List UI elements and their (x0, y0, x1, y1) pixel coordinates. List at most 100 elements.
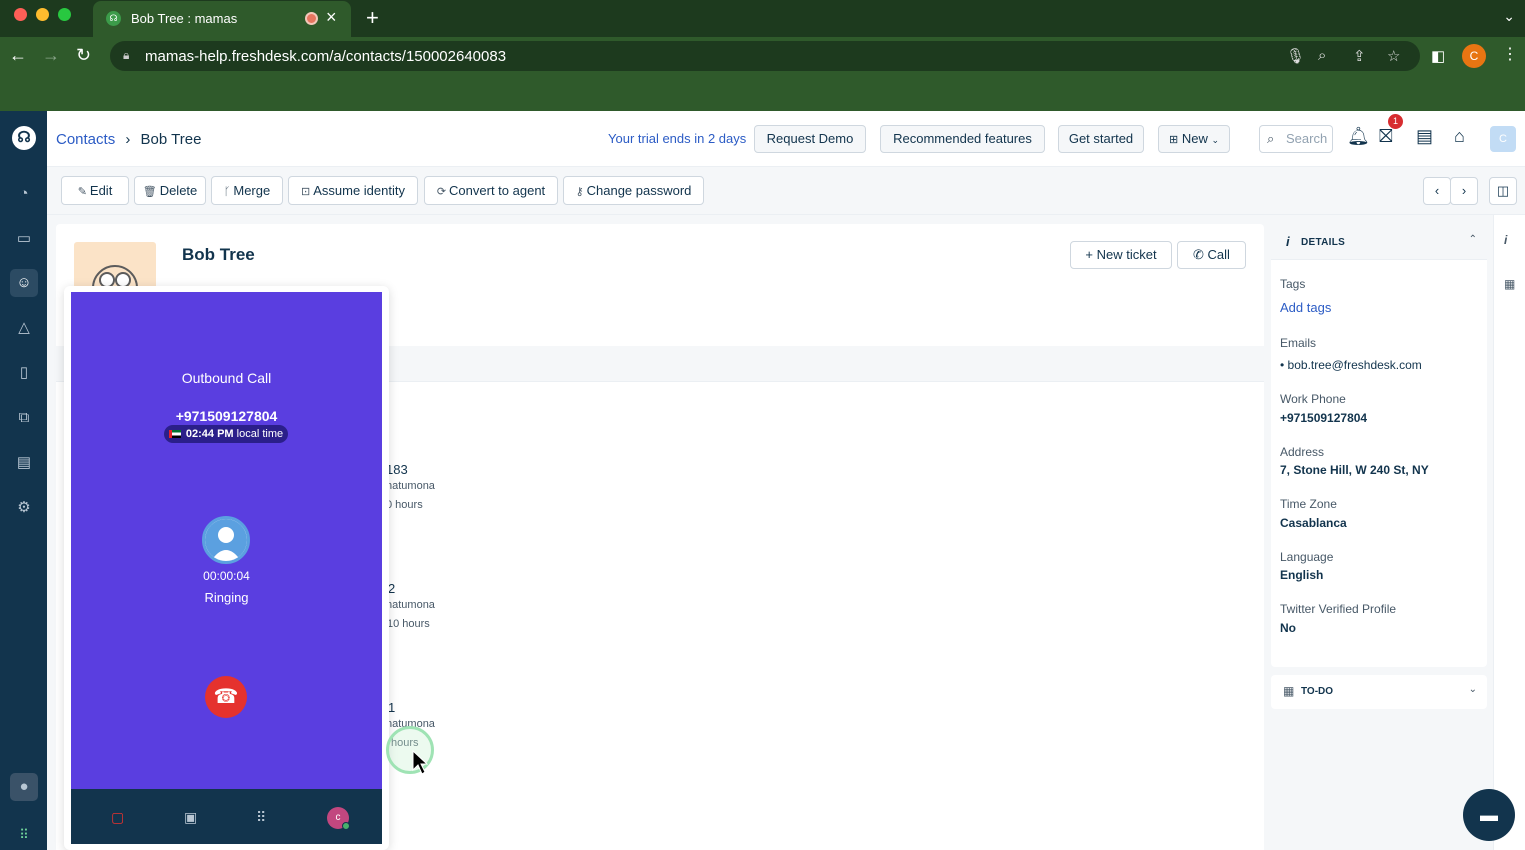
back-arrow-icon[interactable]: ← (9, 45, 27, 66)
notifications-bell-icon[interactable]: 🔔︎ (1347, 126, 1370, 147)
call-type: Outbound Call (181, 370, 272, 386)
activity-time: 0 hours (386, 499, 423, 511)
recording-banner (0, 75, 1525, 111)
agent-initial: c (335, 812, 341, 823)
dashboard-icon[interactable]: ◔ (10, 180, 38, 208)
previous-contact-button[interactable]: ‹ (1423, 177, 1451, 205)
get-started-button[interactable]: Get started (1058, 125, 1144, 153)
gift-icon[interactable]: ⛝ (1379, 126, 1393, 147)
apps-grid-icon[interactable]: ⠿ (10, 821, 38, 849)
maximize-window-button[interactable] (58, 8, 71, 21)
chevron-left-icon: ‹ (1434, 183, 1440, 198)
language-label: Language (1280, 550, 1334, 564)
user-avatar[interactable]: C (1490, 126, 1516, 152)
help-desk-icon[interactable]: ▤ (1416, 126, 1433, 147)
activity-id[interactable]: 2 (388, 581, 395, 596)
email-value[interactable]: • bob.tree@freshdesk.com (1280, 358, 1422, 372)
todo-section[interactable]: ▦ TO-DO ⌄ (1271, 675, 1487, 709)
details-title: DETAILS (1301, 237, 1346, 248)
minimize-window-button[interactable] (36, 8, 49, 21)
activity-id[interactable]: 1 (388, 700, 395, 715)
share-icon[interactable]: ⇪ (1353, 47, 1366, 65)
microphone-icon[interactable]: 🎙︎ (1286, 47, 1305, 65)
next-contact-button[interactable]: › (1450, 177, 1478, 205)
assume-identity-button[interactable]: ⊡ Assume identity (288, 176, 418, 205)
activity-id[interactable]: 183 (386, 462, 408, 477)
recommended-features-button[interactable]: Recommended features (880, 125, 1045, 153)
calendar-icon[interactable]: ▦ (1504, 277, 1515, 291)
merge-icon: ᚴ (223, 186, 231, 198)
contacts-tab-icon[interactable]: ▣ (184, 809, 197, 826)
agent-status-avatar[interactable]: c (327, 807, 350, 830)
key-icon: ⚷ (575, 186, 584, 198)
online-status-dot (342, 822, 350, 830)
timezone-label: Time Zone (1280, 497, 1337, 511)
browser-profile-avatar[interactable]: C (1462, 44, 1486, 68)
settings-gear-icon[interactable]: ⚙ (10, 494, 38, 522)
url-field[interactable]: 🔒︎ mamas-help.freshdesk.com/a/contacts/1… (110, 41, 1420, 71)
toggle-sidebar-button[interactable]: ◫ (1489, 177, 1517, 205)
add-tags-link[interactable]: Add tags (1280, 300, 1331, 315)
delete-button[interactable]: 🗑︎ Delete (134, 176, 206, 205)
forums-icon[interactable]: ⧉ (10, 404, 38, 432)
call-widget-footer: ▢ ▣ ⠿ c (71, 789, 382, 844)
assume-identity-label: Assume identity (313, 183, 405, 198)
phone-tab-icon[interactable]: ▢ (111, 809, 124, 826)
reports-icon[interactable]: ▤ (10, 449, 38, 477)
groups-icon[interactable]: △ (10, 314, 38, 342)
new-ticket-label: New ticket (1096, 247, 1157, 262)
chat-widget-button[interactable]: ▬ (1463, 789, 1515, 841)
call-timer: 00:00:04 (203, 569, 250, 583)
recording-indicator-icon (305, 12, 318, 25)
bookmark-star-icon[interactable]: ☆ (1387, 47, 1400, 65)
chevron-up-icon[interactable]: ⌃ (1469, 234, 1477, 245)
close-window-button[interactable] (14, 8, 27, 21)
new-ticket-button[interactable]: + New ticket (1070, 241, 1172, 269)
reload-icon[interactable]: ↻ (76, 45, 91, 66)
change-password-button[interactable]: ⚷ Change password (563, 176, 704, 205)
phone-widget-icon[interactable]: ● (10, 773, 38, 801)
freshdesk-logo-icon[interactable]: ☊ (12, 126, 36, 150)
call-button[interactable]: ✆ Call (1177, 241, 1246, 269)
edit-button[interactable]: ✎ Edit (61, 176, 129, 205)
tickets-icon[interactable]: ▭ (10, 225, 38, 253)
chevron-down-icon[interactable]: ⌄ (1469, 684, 1477, 695)
call-screen: Outbound Call +971509127804 02:44 PM loc… (71, 292, 382, 789)
work-phone-label: Work Phone (1280, 392, 1346, 406)
details-header[interactable]: i DETAILS ⌃ (1271, 224, 1487, 260)
contact-avatar (74, 242, 156, 292)
search-input[interactable]: ⌕ Search (1259, 125, 1333, 153)
edit-icon: ✎ (77, 186, 87, 198)
sidepanel-icon[interactable]: ◧ (1431, 47, 1445, 65)
contacts-icon[interactable]: ☺ (10, 269, 38, 297)
search-placeholder: Search (1286, 131, 1328, 146)
dialpad-icon[interactable]: ⠿ (256, 809, 266, 826)
convert-to-agent-button[interactable]: ⟳ Convert to agent (424, 176, 558, 205)
emails-label: Emails (1280, 336, 1317, 350)
new-dropdown-button[interactable]: ⊞ New ⌄ (1158, 125, 1230, 153)
work-phone-value[interactable]: +971509127804 (1280, 411, 1367, 425)
merge-button[interactable]: ᚴ Merge (211, 176, 283, 205)
close-tab-icon[interactable]: × (326, 7, 337, 28)
address-label: Address (1280, 445, 1325, 459)
knowledge-base-icon[interactable]: ▯ (10, 359, 38, 387)
tab-search-chevron-icon[interactable]: ⌄ (1503, 8, 1515, 25)
new-label: New (1181, 131, 1208, 146)
forward-arrow-icon[interactable]: → (42, 45, 60, 66)
activity-time: 10 hours (387, 618, 430, 630)
browser-tab[interactable]: ☊ Bob Tree : mamas × (93, 1, 351, 37)
browser-menu-icon[interactable]: ⋮ (1502, 44, 1518, 64)
plus-icon: + (1085, 247, 1097, 262)
trial-notice[interactable]: Your trial ends in 2 days (608, 131, 746, 146)
hang-up-button[interactable]: ☎ (205, 676, 247, 718)
trash-icon: 🗑︎ (142, 186, 157, 198)
right-rail: i ▦ (1493, 215, 1525, 850)
breadcrumb-contacts-link[interactable]: Contacts (56, 131, 115, 148)
marketplace-icon[interactable]: ⌂ (1454, 126, 1465, 147)
info-icon[interactable]: i (1504, 233, 1507, 247)
new-tab-button[interactable]: + (366, 5, 379, 31)
uae-flag-icon (168, 430, 181, 439)
request-demo-button[interactable]: Request Demo (754, 125, 866, 153)
zoom-icon[interactable]: ⌕ (1318, 47, 1326, 64)
twitter-label: Twitter Verified Profile (1280, 602, 1397, 616)
